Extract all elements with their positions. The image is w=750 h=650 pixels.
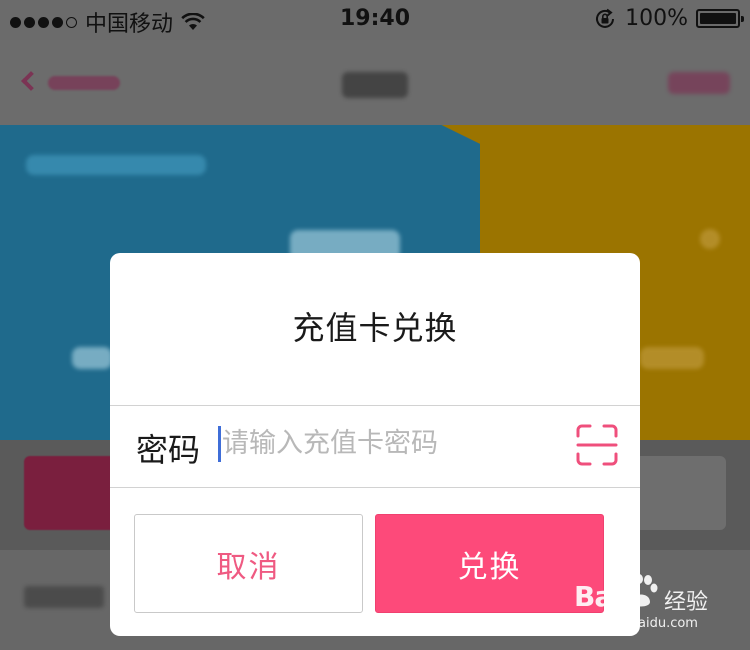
background-text-blurred — [24, 586, 104, 608]
divider — [110, 487, 640, 488]
background-nav-bar — [0, 40, 750, 125]
text-caret — [218, 426, 221, 462]
back-button-label-blurred — [48, 76, 120, 90]
password-label: 密码 — [136, 431, 201, 469]
password-input[interactable] — [218, 421, 568, 465]
dialog-title: 充值卡兑换 — [292, 309, 458, 347]
nav-title-blurred — [342, 72, 408, 98]
banner-graphic-blurred — [72, 347, 112, 369]
chevron-left-icon — [21, 71, 41, 91]
status-bar: 中国移动 19:40 100% — [0, 0, 750, 40]
banner-graphic-blurred — [640, 347, 704, 369]
baidu-jingyan-watermark: Bai 经验 jingyan.baidu.com — [572, 572, 742, 642]
status-bar-right: 100% — [593, 6, 744, 31]
scan-icon[interactable] — [576, 424, 618, 466]
recharge-card-dialog: 充值卡兑换 密码 取消 兑换 — [110, 253, 640, 636]
nav-right-action-blurred[interactable] — [668, 72, 730, 94]
battery-percent: 100% — [625, 6, 688, 31]
watermark-brand: 经验 — [664, 590, 709, 615]
watermark-logo-text: Bai — [574, 580, 622, 613]
banner-text-blurred — [26, 155, 206, 175]
banner-graphic-blurred — [700, 229, 720, 249]
back-button[interactable] — [21, 64, 122, 100]
cancel-button[interactable]: 取消 — [134, 514, 363, 613]
rotation-lock-icon — [596, 8, 615, 28]
watermark-url: jingyan.baidu.com — [578, 616, 698, 631]
divider — [110, 405, 640, 406]
battery-icon — [696, 9, 744, 28]
redeem-button[interactable]: 兑换 — [375, 514, 604, 613]
paw-icon — [627, 574, 658, 607]
